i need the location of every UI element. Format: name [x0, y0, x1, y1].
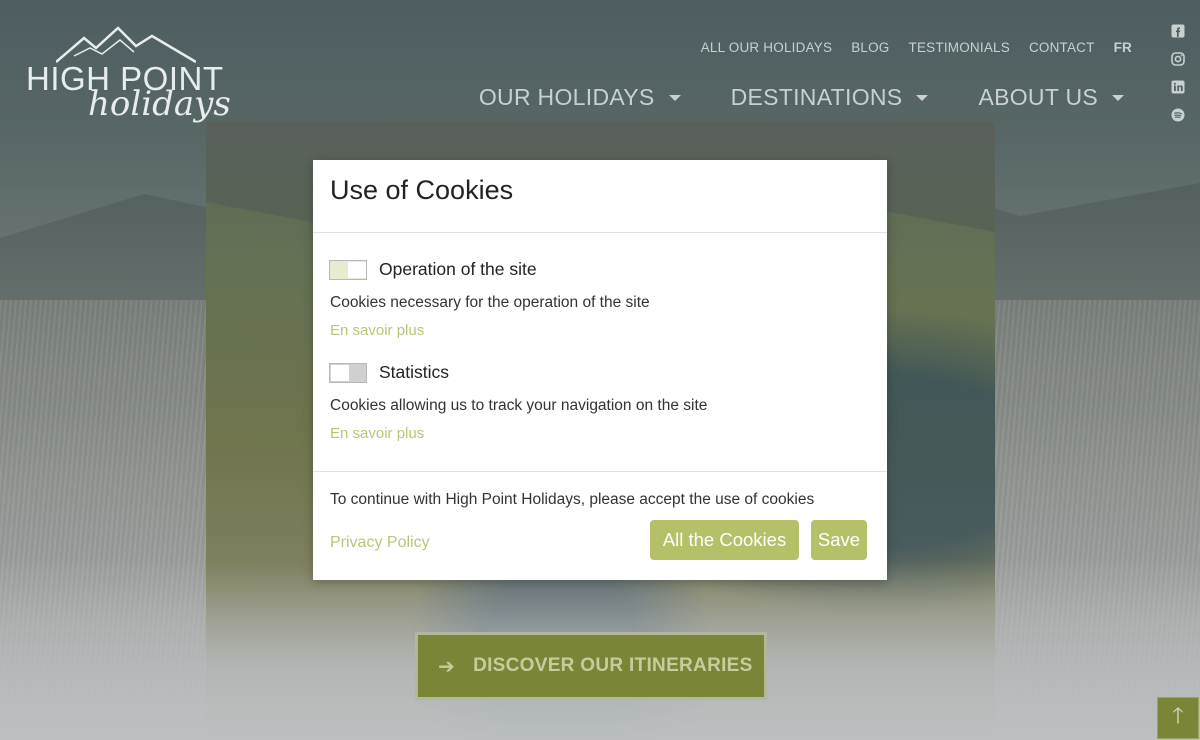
arrow-up-icon: 🡑 — [1172, 703, 1184, 728]
modal-header: Use of Cookies — [313, 160, 887, 233]
nav-label: ABOUT US — [978, 84, 1098, 110]
toggle-knob — [348, 262, 366, 278]
nav-label: OUR HOLIDAYS — [478, 84, 655, 110]
toggle-knob — [331, 365, 349, 381]
caret-down-icon — [668, 94, 681, 101]
nav-about-us[interactable]: ABOUT US — [978, 84, 1124, 111]
save-button[interactable]: Save — [811, 520, 867, 560]
link-blog[interactable]: BLOG — [851, 40, 889, 55]
learn-more-link-operation[interactable]: En savoir plus — [330, 322, 424, 339]
main-nav: OUR HOLIDAYS DESTINATIONS ABOUT US — [429, 84, 1124, 111]
link-testimonials[interactable]: TESTIMONIALS — [909, 40, 1010, 55]
toggle-operation-of-site[interactable] — [329, 260, 367, 280]
nav-destinations[interactable]: DESTINATIONS — [731, 84, 929, 111]
site-logo[interactable]: HIGH POINT holidays — [26, 26, 231, 134]
discover-itineraries-button[interactable]: ➔ DISCOVER OUR ITINERARIES — [415, 632, 767, 700]
logo-script-text: holidays — [88, 84, 231, 124]
facebook-icon[interactable] — [1171, 24, 1185, 38]
cookie-modal: Use of Cookies Operation of the site Coo… — [313, 160, 887, 580]
nav-label: DESTINATIONS — [730, 84, 903, 110]
option-title-statistics: Statistics — [379, 362, 450, 382]
accept-all-cookies-button[interactable]: All the Cookies — [650, 520, 799, 560]
option-desc-operation: Cookies necessary for the operation of t… — [330, 294, 650, 311]
top-links: ALL OUR HOLIDAYS BLOG TESTIMONIALS CONTA… — [682, 40, 1132, 55]
scroll-to-top-button[interactable]: 🡑 — [1157, 697, 1199, 739]
privacy-policy-link[interactable]: Privacy Policy — [330, 534, 430, 552]
caret-down-icon — [916, 94, 929, 101]
modal-body: Operation of the site Cookies necessary … — [313, 233, 887, 472]
option-title-operation: Operation of the site — [379, 259, 537, 279]
option-desc-statistics: Cookies allowing us to track your naviga… — [330, 397, 708, 414]
social-links — [1171, 24, 1187, 136]
instagram-icon[interactable] — [1171, 52, 1185, 66]
link-contact[interactable]: CONTACT — [1029, 40, 1095, 55]
consent-message: To continue with High Point Holidays, pl… — [330, 491, 815, 508]
toggle-statistics[interactable] — [329, 363, 367, 383]
learn-more-link-statistics[interactable]: En savoir plus — [330, 425, 424, 442]
nav-our-holidays[interactable]: OUR HOLIDAYS — [479, 84, 681, 111]
language-switch[interactable]: FR — [1114, 40, 1132, 55]
cta-label: DISCOVER OUR ITINERARIES — [473, 655, 753, 676]
arrow-right-icon: ➔ — [438, 655, 456, 678]
link-all-our-holidays[interactable]: ALL OUR HOLIDAYS — [701, 40, 833, 55]
linkedin-icon[interactable] — [1171, 80, 1185, 94]
modal-title: Use of Cookies — [330, 175, 514, 205]
caret-down-icon — [1112, 94, 1124, 101]
spotify-icon[interactable] — [1171, 108, 1185, 122]
modal-footer: To continue with High Point Holidays, pl… — [313, 472, 887, 580]
